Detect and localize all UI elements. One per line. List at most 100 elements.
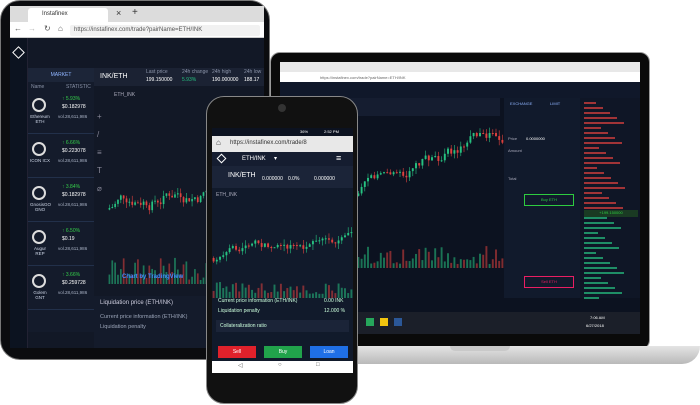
candle [418, 163, 421, 166]
candle [453, 150, 456, 154]
candle [154, 200, 156, 202]
home-button-icon[interactable]: ○ [278, 362, 282, 368]
orderbook-depth-bar [584, 282, 608, 284]
limit-tab[interactable]: LIMIT [550, 101, 560, 106]
candle [305, 246, 308, 249]
volume-bar [331, 290, 334, 298]
candle [469, 136, 472, 143]
volume-bar [225, 286, 228, 298]
menu-icon[interactable]: ≡ [336, 153, 341, 163]
candle [114, 203, 116, 208]
volume-bar [495, 249, 497, 268]
candle [450, 148, 453, 154]
fib-icon[interactable]: ≡ [97, 148, 102, 157]
volume-bar [475, 263, 478, 268]
list-item[interactable]: GnosisGO GNO ↑ 3.84% $0.182978 vol.28,611,9… [28, 180, 94, 222]
browser-tab[interactable]: Instafinex [28, 8, 108, 22]
volume-bar [117, 274, 119, 284]
price-field[interactable]: 0.0000000 [526, 136, 545, 141]
volume-bar [188, 279, 191, 284]
list-item[interactable]: Augur REP ↑ 6.50% $0.19 vol.28,611,986 [28, 224, 94, 266]
recents-icon[interactable]: □ [316, 362, 320, 368]
word-icon[interactable] [394, 318, 402, 326]
coin-name: GnosisGO GNO [30, 202, 52, 212]
orderbook-depth-bar [584, 177, 611, 179]
measure-icon[interactable]: ⌀ [97, 184, 102, 193]
orderbook-row [584, 197, 638, 200]
whatsapp-icon[interactable] [366, 318, 374, 326]
volume-bar [450, 262, 453, 268]
chevron-down-icon[interactable]: ▾ [274, 155, 277, 162]
buy-button[interactable]: Buy [264, 346, 302, 358]
candle [367, 177, 369, 182]
close-icon[interactable]: × [116, 8, 121, 18]
candle [482, 133, 485, 134]
candle [225, 252, 228, 256]
orderbook-depth-bar [584, 182, 618, 184]
phone-navbar: ETH/INK ▾ ≡ [212, 152, 353, 166]
orderbook-depth-bar [584, 122, 624, 124]
candle [411, 168, 414, 172]
buy-button[interactable]: Buy ETH [524, 194, 574, 206]
pair-title: INK/ETH [100, 73, 128, 80]
candle [328, 238, 330, 240]
orderbook-depth-bar [584, 197, 609, 199]
orderbook-row [584, 202, 638, 205]
sell-button[interactable]: Sell [218, 346, 256, 358]
volume-bar [418, 249, 421, 268]
sell-button[interactable]: Sell ETH [524, 276, 574, 288]
explorer-icon[interactable] [380, 318, 388, 326]
list-item[interactable]: Golem GNT ↑ 3.66% $0.259728 vol.28,611,986 [28, 268, 94, 310]
laptop-address-bar: https://instafinex.com/trade?pairName=ET… [280, 72, 640, 82]
pair-title: INK/ETH [228, 172, 256, 179]
back-icon[interactable]: ← [14, 24, 22, 33]
reload-icon[interactable]: ↻ [44, 24, 51, 33]
market-list: Name STATISTIC Ethereum ETH ↑ 5.93% $0.182… [28, 82, 94, 332]
volume-bar [427, 251, 430, 268]
trend-line-icon[interactable]: / [97, 130, 99, 139]
orderbook-row [584, 242, 638, 245]
list-item[interactable]: ICON ICX ↑ 6.66% $0.223078 vol.28,611,986 [28, 136, 94, 178]
candle [111, 207, 114, 209]
home-icon[interactable]: ⌂ [58, 24, 63, 33]
forward-icon[interactable]: → [28, 24, 36, 33]
new-tab-icon[interactable]: + [132, 7, 138, 18]
volume-bar [386, 252, 389, 268]
tradingview-label[interactable]: Chart by TradingView [122, 274, 183, 280]
volume-bar [395, 262, 398, 268]
home-icon[interactable]: ⌂ [216, 138, 221, 147]
tablet-candle-chart[interactable] [108, 98, 222, 284]
candle [279, 244, 282, 246]
volume-bar [263, 290, 266, 298]
text-tool-icon[interactable]: T [97, 166, 102, 175]
back-icon[interactable]: ◁ [238, 362, 243, 369]
list-item[interactable]: Ethereum ETH ↑ 5.93% $0.182978 vol.28,611,9… [28, 92, 94, 134]
candle [108, 207, 111, 210]
candle [431, 157, 433, 161]
candle [257, 240, 260, 244]
orderbook-depth-bar [584, 112, 610, 114]
orderbook-depth-bar [584, 107, 603, 109]
liq-penalty-label: Liquidation penalty [218, 308, 260, 314]
phone-url[interactable]: https://instafinex.com/trade/8 [230, 140, 307, 146]
url-field[interactable]: https://instafinex.com/trade?pairName=ET… [70, 25, 260, 36]
volume-bar [488, 263, 491, 268]
pair-dropdown[interactable]: ETH/INK [242, 156, 266, 162]
collateral-row[interactable]: Collateralization ratio [216, 320, 349, 332]
orderbook-row [584, 157, 638, 160]
exchange-tab[interactable]: EXCHANGE [510, 101, 532, 106]
laptop-url[interactable]: https://instafinex.com/trade?pairName=ET… [320, 75, 405, 80]
volume-bar [279, 283, 282, 298]
coin-price: $0.182978 [62, 104, 86, 110]
candle [228, 248, 231, 253]
orderbook-row [584, 287, 638, 290]
loan-button[interactable]: Loan [310, 346, 348, 358]
orderbook-row [584, 187, 638, 190]
volume-bar [289, 286, 292, 298]
crosshair-icon[interactable]: + [97, 112, 102, 121]
coin-volume: vol.28,611,986 [58, 290, 88, 295]
phone-candle-chart[interactable] [212, 198, 353, 298]
candle [479, 133, 481, 137]
volume-bar [251, 289, 254, 298]
market-tab[interactable]: MARKET [28, 68, 94, 82]
